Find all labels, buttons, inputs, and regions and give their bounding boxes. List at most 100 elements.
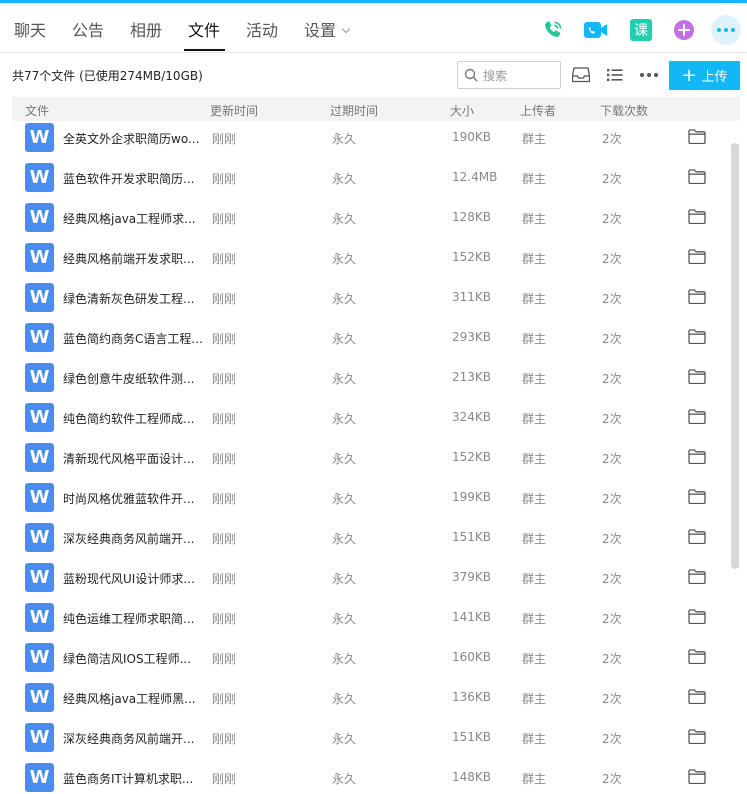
- tab-album[interactable]: 相册: [130, 20, 162, 42]
- file-downloads: 2次: [602, 292, 622, 306]
- column-header-uploader[interactable]: 上传者: [520, 102, 556, 119]
- word-file-icon: W: [25, 203, 54, 232]
- table-row[interactable]: W 时尚风格优雅蓝软件开... 刚刚 永久 199KB 群主 2次: [12, 480, 728, 520]
- table-row[interactable]: W 经典风格前端开发求职... 刚刚 永久 152KB 群主 2次: [12, 240, 728, 280]
- tab-settings[interactable]: 设置: [304, 20, 351, 42]
- file-name[interactable]: 时尚风格优雅蓝软件开...: [63, 490, 205, 507]
- chevron-down-icon: [341, 24, 351, 34]
- file-downloads: 2次: [602, 252, 622, 266]
- file-name[interactable]: 绿色清新灰色研发工程...: [63, 290, 205, 307]
- folder-icon[interactable]: [688, 609, 706, 625]
- file-name[interactable]: 深灰经典商务风前端开...: [63, 530, 205, 547]
- file-name[interactable]: 蓝色软件开发求职简历...: [63, 170, 205, 187]
- table-row[interactable]: W 深灰经典商务风前端开... 刚刚 永久 151KB 群主 2次: [12, 520, 728, 560]
- file-size: 12.4MB: [452, 170, 498, 184]
- file-name[interactable]: 蓝色简约商务C语言工程...: [63, 330, 205, 347]
- phone-call-icon[interactable]: [540, 17, 566, 43]
- table-row[interactable]: W 蓝粉现代风UI设计师求... 刚刚 永久 379KB 群主 2次: [12, 560, 728, 600]
- table-row[interactable]: W 清新现代风格平面设计... 刚刚 永久 152KB 群主 2次: [12, 440, 728, 480]
- file-name[interactable]: 深灰经典商务风前端开...: [63, 730, 205, 747]
- table-row[interactable]: W 绿色创意牛皮纸软件测... 刚刚 永久 213KB 群主 2次: [12, 360, 728, 400]
- tab-announcement[interactable]: 公告: [72, 20, 104, 42]
- list-view-icon[interactable]: [605, 65, 625, 85]
- column-header-updated[interactable]: 更新时间: [210, 102, 258, 119]
- table-row[interactable]: W 蓝色商务IT计算机求职... 刚刚 永久 148KB 群主 2次: [12, 760, 728, 794]
- word-file-icon: W: [25, 363, 54, 392]
- file-updated: 刚刚: [212, 572, 237, 586]
- file-name[interactable]: 经典风格java工程师求...: [63, 210, 205, 227]
- folder-icon[interactable]: [688, 689, 706, 705]
- inbox-icon[interactable]: [571, 65, 591, 85]
- file-expires: 永久: [332, 532, 357, 546]
- more-icon[interactable]: [711, 15, 741, 45]
- folder-icon[interactable]: [688, 489, 706, 505]
- table-header: 文件 更新时间 过期时间 大小 上传者 下载次数: [12, 97, 740, 121]
- folder-icon[interactable]: [688, 449, 706, 465]
- word-file-icon: W: [25, 283, 54, 312]
- file-name[interactable]: 全英文外企求职简历wo...: [63, 130, 205, 147]
- table-row[interactable]: W 纯色运维工程师求职简... 刚刚 永久 141KB 群主 2次: [12, 600, 728, 640]
- file-name[interactable]: 绿色简洁风IOS工程师...: [63, 650, 205, 667]
- more-options-icon[interactable]: [639, 65, 659, 85]
- file-toolbar: 共77个文件 (已使用274MB/10GB) 搜索 + 上传: [0, 54, 747, 96]
- column-header-expires[interactable]: 过期时间: [330, 102, 378, 119]
- folder-icon[interactable]: [688, 209, 706, 225]
- file-downloads: 2次: [602, 732, 622, 746]
- file-name[interactable]: 蓝色商务IT计算机求职...: [63, 770, 205, 787]
- table-row[interactable]: W 绿色清新灰色研发工程... 刚刚 永久 311KB 群主 2次: [12, 280, 728, 320]
- file-uploader: 群主: [522, 572, 547, 586]
- table-row[interactable]: W 全英文外企求职简历wo... 刚刚 永久 190KB 群主 2次: [12, 121, 728, 160]
- file-size: 379KB: [452, 570, 492, 584]
- file-name[interactable]: 纯色简约软件工程师成...: [63, 410, 205, 427]
- folder-icon[interactable]: [688, 729, 706, 745]
- folder-icon[interactable]: [688, 129, 706, 145]
- file-size: 213KB: [452, 370, 492, 384]
- folder-icon[interactable]: [688, 249, 706, 265]
- folder-icon[interactable]: [688, 369, 706, 385]
- folder-icon[interactable]: [688, 649, 706, 665]
- file-name[interactable]: 经典风格java工程师黑...: [63, 690, 205, 707]
- upload-button[interactable]: + 上传: [669, 61, 740, 90]
- file-size: 293KB: [452, 330, 492, 344]
- file-downloads: 2次: [602, 652, 622, 666]
- video-call-icon[interactable]: [583, 17, 609, 43]
- table-row[interactable]: W 蓝色软件开发求职简历... 刚刚 永久 12.4MB 群主 2次: [12, 160, 728, 200]
- folder-icon[interactable]: [688, 769, 706, 785]
- table-row[interactable]: W 经典风格java工程师求... 刚刚 永久 128KB 群主 2次: [12, 200, 728, 240]
- column-header-downloads[interactable]: 下载次数: [600, 102, 648, 119]
- table-row[interactable]: W 纯色简约软件工程师成... 刚刚 永久 324KB 群主 2次: [12, 400, 728, 440]
- folder-icon[interactable]: [688, 169, 706, 185]
- scrollbar[interactable]: [730, 121, 740, 794]
- tab-chat[interactable]: 聊天: [14, 20, 46, 42]
- file-name[interactable]: 经典风格前端开发求职...: [63, 250, 205, 267]
- folder-icon[interactable]: [688, 329, 706, 345]
- scrollbar-thumb[interactable]: [731, 143, 739, 569]
- file-uploader: 群主: [522, 692, 547, 706]
- table-row[interactable]: W 蓝色简约商务C语言工程... 刚刚 永久 293KB 群主 2次: [12, 320, 728, 360]
- table-row[interactable]: W 经典风格java工程师黑... 刚刚 永久 136KB 群主 2次: [12, 680, 728, 720]
- table-row[interactable]: W 深灰经典商务风前端开... 刚刚 永久 151KB 群主 2次: [12, 720, 728, 760]
- tab-activity[interactable]: 活动: [246, 20, 278, 42]
- file-size: 148KB: [452, 770, 492, 784]
- add-app-icon[interactable]: [671, 17, 697, 43]
- file-expires: 永久: [332, 572, 357, 586]
- file-name[interactable]: 绿色创意牛皮纸软件测...: [63, 370, 205, 387]
- file-name[interactable]: 清新现代风格平面设计...: [63, 450, 205, 467]
- tab-files[interactable]: 文件: [188, 20, 220, 42]
- table-row[interactable]: W 绿色简洁风IOS工程师... 刚刚 永久 160KB 群主 2次: [12, 640, 728, 680]
- folder-icon[interactable]: [688, 409, 706, 425]
- file-size: 128KB: [452, 210, 492, 224]
- folder-icon[interactable]: [688, 529, 706, 545]
- file-size: 136KB: [452, 690, 492, 704]
- search-input[interactable]: 搜索: [457, 61, 561, 89]
- column-header-size[interactable]: 大小: [450, 102, 474, 119]
- file-name[interactable]: 蓝粉现代风UI设计师求...: [63, 570, 205, 587]
- folder-icon[interactable]: [688, 289, 706, 305]
- course-icon[interactable]: 课: [628, 17, 654, 43]
- file-updated: 刚刚: [212, 412, 237, 426]
- file-updated: 刚刚: [212, 332, 237, 346]
- file-name[interactable]: 纯色运维工程师求职简...: [63, 610, 205, 627]
- folder-icon[interactable]: [688, 569, 706, 585]
- file-uploader: 群主: [522, 292, 547, 306]
- column-header-name[interactable]: 文件: [25, 102, 49, 119]
